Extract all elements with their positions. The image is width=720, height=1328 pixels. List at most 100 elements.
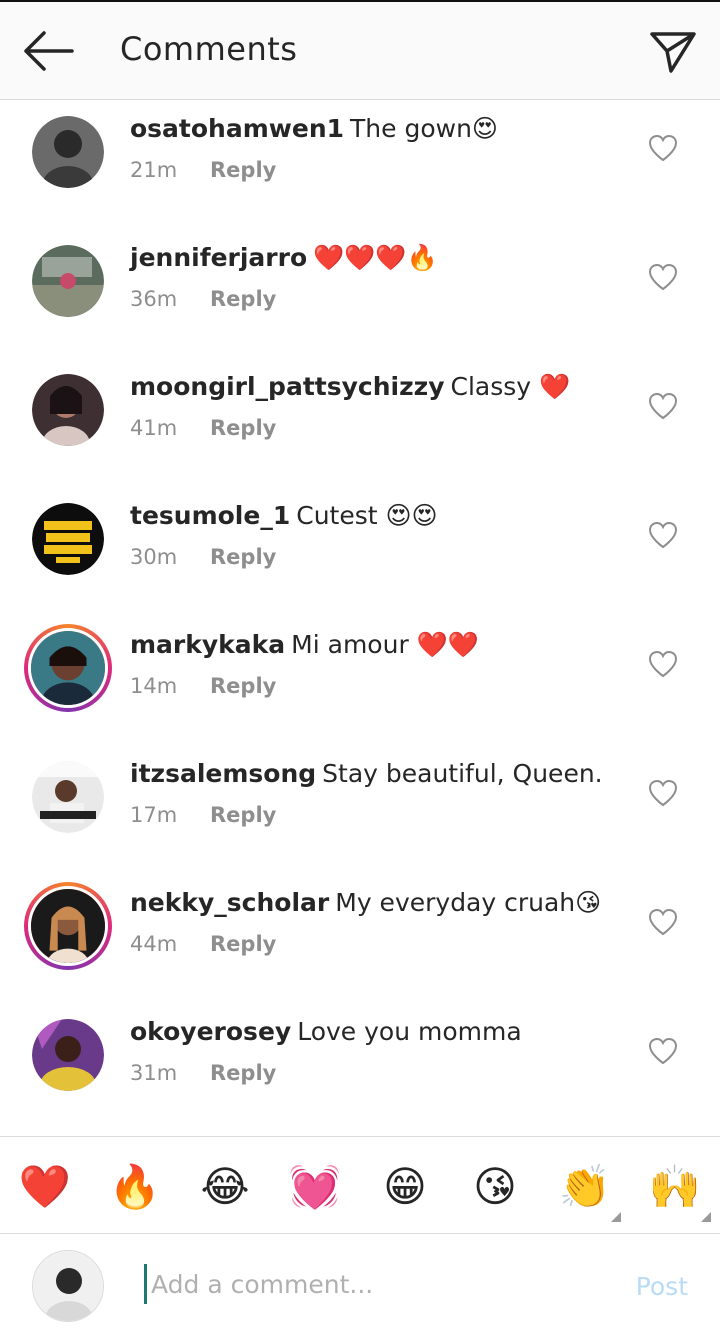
my-avatar — [32, 1250, 104, 1322]
avatar-image — [28, 886, 108, 966]
comment-username[interactable]: tesumole_1 — [130, 501, 290, 530]
comment-text: moongirl_pattsychizzy Classy ❤️ — [130, 370, 570, 404]
heart-icon[interactable] — [648, 392, 678, 420]
comment-input[interactable] — [144, 1264, 604, 1304]
arrow-left-icon — [24, 31, 74, 71]
avatar-story-ring[interactable] — [24, 882, 112, 970]
comment-username[interactable]: moongirl_pattsychizzy — [130, 372, 445, 401]
skin-tone-indicator — [611, 1212, 621, 1222]
comment-row: moongirl_pattsychizzy Classy ❤️ 41m Reply — [0, 358, 720, 487]
comment-text: okoyerosey Love you momma — [130, 1015, 522, 1049]
avatar-image — [33, 1251, 103, 1321]
comment-body: Mi amour ❤️❤️ — [291, 630, 479, 659]
comment-meta: 21m Reply — [130, 158, 276, 182]
comment-meta: 44m Reply — [130, 932, 276, 956]
top-bar: Comments — [0, 0, 720, 100]
comment-username[interactable]: jenniferjarro — [130, 243, 307, 272]
comment-body: The gown😍 — [350, 114, 498, 143]
comment-row: jenniferjarro ❤️❤️❤️🔥 36m Reply — [0, 229, 720, 358]
comment-text: nekky_scholar My everyday cruah😘 — [130, 886, 601, 920]
comment-username[interactable]: markykaka — [130, 630, 285, 659]
paper-plane-icon — [650, 32, 696, 73]
comment-row: okoyerosey Love you momma 31m Reply — [0, 1003, 720, 1132]
comment-time: 21m — [130, 158, 178, 182]
avatar[interactable] — [32, 503, 104, 575]
comment-text: tesumole_1 Cutest 😍😍 — [130, 499, 438, 533]
avatar-image — [32, 761, 104, 833]
comment-composer: Post — [0, 1234, 720, 1328]
avatar-image — [32, 503, 104, 575]
comment-time: 14m — [130, 674, 178, 698]
comment-body: Stay beautiful, Queen. — [322, 759, 603, 788]
reply-button[interactable]: Reply — [210, 158, 276, 182]
comment-username[interactable]: osatohamwen1 — [130, 114, 344, 143]
avatar-story-ring[interactable] — [24, 624, 112, 712]
heart-icon[interactable] — [648, 908, 678, 936]
comment-row: nekky_scholar My everyday cruah😘 44m Reply — [0, 874, 720, 1003]
comment-username[interactable]: nekky_scholar — [130, 888, 329, 917]
comment-row: tesumole_1 Cutest 😍😍 30m Reply — [0, 487, 720, 616]
emoji-heart-button[interactable]: ❤️ — [17, 1159, 73, 1215]
comment-meta: 17m Reply — [130, 803, 276, 827]
heart-icon[interactable] — [648, 263, 678, 291]
comment-row: markykaka Mi amour ❤️❤️ 14m Reply — [0, 616, 720, 745]
comment-time: 41m — [130, 416, 178, 440]
reply-button[interactable]: Reply — [210, 932, 276, 956]
heart-icon[interactable] — [648, 1037, 678, 1065]
avatar-image — [32, 245, 104, 317]
skin-tone-indicator — [701, 1212, 711, 1222]
comment-body: Love you momma — [297, 1017, 522, 1046]
emoji-raised-hands-button[interactable]: 🙌 — [647, 1159, 703, 1215]
comment-username[interactable]: itzsalemsong — [130, 759, 316, 788]
share-button[interactable] — [646, 26, 700, 78]
emoji-beating-heart-button[interactable]: 💓 — [287, 1159, 343, 1215]
avatar[interactable] — [32, 245, 104, 317]
comment-text: jenniferjarro ❤️❤️❤️🔥 — [130, 241, 438, 275]
avatar[interactable] — [32, 374, 104, 446]
heart-icon[interactable] — [648, 134, 678, 162]
comments-list[interactable]: osatohamwen1 The gown😍 21m Reply jenniferj… — [0, 100, 720, 1136]
comment-text: osatohamwen1 The gown😍 — [130, 112, 498, 146]
comment-row: osatohamwen1 The gown😍 21m Reply — [0, 100, 720, 229]
comment-meta: 31m Reply — [130, 1061, 276, 1085]
comment-body: ❤️❤️❤️🔥 — [313, 243, 438, 272]
page-title: Comments — [120, 30, 298, 68]
comment-meta: 36m Reply — [130, 287, 276, 311]
comment-time: 31m — [130, 1061, 178, 1085]
comment-body: Cutest 😍😍 — [296, 501, 438, 530]
back-button[interactable] — [18, 28, 78, 74]
comment-time: 36m — [130, 287, 178, 311]
emoji-kiss-button[interactable]: 😘 — [467, 1159, 523, 1215]
comment-meta: 41m Reply — [130, 416, 276, 440]
avatar[interactable] — [32, 116, 104, 188]
avatar-image — [32, 1019, 104, 1091]
reply-button[interactable]: Reply — [210, 545, 276, 569]
reply-button[interactable]: Reply — [210, 803, 276, 827]
comment-body: My everyday cruah😘 — [335, 888, 602, 917]
reply-button[interactable]: Reply — [210, 287, 276, 311]
avatar-image — [28, 628, 108, 708]
reply-button[interactable]: Reply — [210, 674, 276, 698]
comment-time: 44m — [130, 932, 178, 956]
emoji-fire-button[interactable]: 🔥 — [107, 1159, 163, 1215]
emoji-quick-bar: ❤️ 🔥 😂 💓 😁 😘 👏 🙌 — [0, 1136, 720, 1234]
comment-text: markykaka Mi amour ❤️❤️ — [130, 628, 479, 662]
reply-button[interactable]: Reply — [210, 416, 276, 440]
comment-meta: 14m Reply — [130, 674, 276, 698]
comment-row: itzsalemsong Stay beautiful, Queen. 17m Re… — [0, 745, 720, 874]
heart-icon[interactable] — [648, 779, 678, 807]
avatar[interactable] — [32, 761, 104, 833]
comment-time: 30m — [130, 545, 178, 569]
heart-icon[interactable] — [648, 650, 678, 678]
comment-meta: 30m Reply — [130, 545, 276, 569]
avatar-image — [32, 116, 104, 188]
heart-icon[interactable] — [648, 521, 678, 549]
reply-button[interactable]: Reply — [210, 1061, 276, 1085]
emoji-clap-button[interactable]: 👏 — [557, 1159, 613, 1215]
comment-username[interactable]: okoyerosey — [130, 1017, 291, 1046]
post-button[interactable]: Post — [636, 1272, 688, 1301]
avatar-image — [32, 374, 104, 446]
avatar[interactable] — [32, 1019, 104, 1091]
emoji-laughing-button[interactable]: 😂 — [197, 1159, 253, 1215]
emoji-grin-button[interactable]: 😁 — [377, 1159, 433, 1215]
